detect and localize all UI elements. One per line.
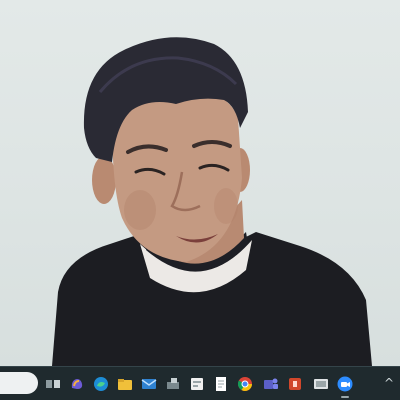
teams-icon[interactable]	[262, 375, 280, 393]
copilot-icon[interactable]	[68, 375, 86, 393]
zoom-icon[interactable]	[336, 375, 354, 393]
powerpoint-icon[interactable]	[286, 375, 304, 393]
tray-chevron-icon[interactable]: ^	[384, 376, 394, 390]
media-icon[interactable]	[312, 375, 330, 393]
participant-video	[0, 0, 400, 366]
chrome-icon[interactable]	[236, 375, 254, 393]
notepad-icon[interactable]	[212, 375, 230, 393]
zoom-active-indicator	[341, 396, 349, 398]
file-explorer-icon[interactable]	[116, 375, 134, 393]
taskbar: ^	[0, 366, 400, 400]
search-box[interactable]	[0, 372, 38, 394]
app-icon[interactable]	[164, 375, 182, 393]
task-view-icon[interactable]	[44, 375, 62, 393]
participant-figure	[52, 37, 372, 366]
mail-icon[interactable]	[140, 375, 158, 393]
edge-browser-icon[interactable]	[92, 375, 110, 393]
calendar-icon[interactable]	[188, 375, 206, 393]
